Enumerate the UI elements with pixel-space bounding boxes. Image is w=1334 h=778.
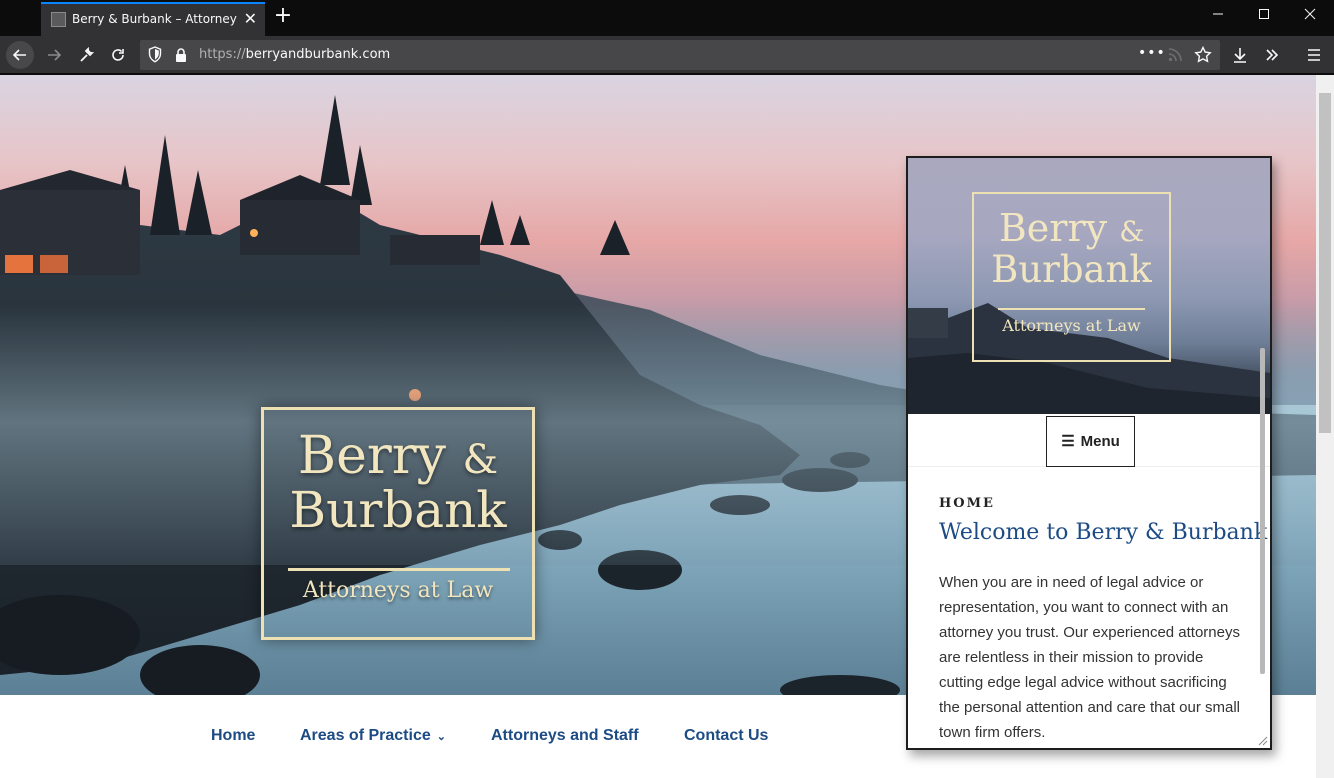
lock-icon[interactable] [174, 47, 188, 63]
site-favicon-icon [51, 12, 66, 27]
tab-title: Berry & Burbank – Attorneys at Law [72, 12, 237, 26]
intro-paragraph: When you are in need of legal advice or … [939, 574, 1241, 741]
logo-word-berry: Berry [297, 426, 446, 486]
browser-tab-active[interactable]: Berry & Burbank – Attorneys at Law ✕ [41, 2, 265, 36]
popup-menu-bar: ☰ Menu [908, 414, 1270, 467]
close-window-icon[interactable] [1287, 0, 1333, 34]
overflow-chevron-icon[interactable] [1258, 41, 1286, 69]
download-icon[interactable] [1226, 41, 1254, 69]
nav-areas-of-practice[interactable]: Areas of Practice ⌄ [300, 727, 446, 745]
reload-icon[interactable] [104, 41, 132, 69]
popup-hero-image: Berry & Burbank Attorneys at Law [908, 158, 1270, 414]
section-heading: HOME [939, 496, 995, 511]
popup-logo-ampersand: & [1119, 215, 1145, 248]
popup-logo-word-burbank: Burbank [991, 248, 1152, 291]
shield-icon[interactable] [148, 46, 162, 63]
browser-toolbar: https://berryandburbank.com ••• [0, 36, 1334, 74]
logo-word-burbank: Burbank [289, 481, 507, 539]
site-logo[interactable]: Berry & Burbank Attorneys at Law [261, 407, 535, 640]
rss-icon [1168, 48, 1182, 62]
popup-logo-tagline: Attorneys at Law [1002, 316, 1141, 335]
nav-contact-us[interactable]: Contact Us [684, 727, 768, 745]
hamburger-icon: ☰ [1061, 433, 1075, 450]
logo-tagline: Attorneys at Law [302, 578, 494, 603]
new-tab-button[interactable]: + [271, 4, 295, 30]
popup-scrollbar-thumb[interactable] [1260, 348, 1265, 674]
bookmark-star-icon[interactable] [1194, 46, 1212, 64]
popup-logo-divider [998, 308, 1145, 310]
minimize-icon[interactable] [1195, 0, 1241, 34]
menu-toggle-button[interactable]: ☰ Menu [1046, 416, 1135, 467]
url-bar[interactable]: https://berryandburbank.com ••• [140, 40, 1220, 70]
page-actions-icon[interactable]: ••• [1138, 45, 1166, 61]
popup-site-logo[interactable]: Berry & Burbank Attorneys at Law [972, 192, 1171, 362]
page-scrollbar[interactable] [1316, 75, 1334, 778]
hamburger-menu-icon[interactable] [1300, 41, 1328, 69]
resize-grip-icon[interactable] [1258, 736, 1268, 746]
tab-strip: Berry & Burbank – Attorneys at Law ✕ + [0, 0, 1334, 36]
mobile-preview-popup[interactable]: Berry & Burbank Attorneys at Law ☰ Menu H… [906, 156, 1272, 750]
url-text[interactable]: https://berryandburbank.com [199, 47, 390, 62]
nav-home[interactable]: Home [211, 727, 255, 745]
nav-attorneys-and-staff[interactable]: Attorneys and Staff [491, 727, 639, 745]
page-title: Welcome to Berry & Burbank [939, 520, 1268, 545]
page-scrollbar-thumb[interactable] [1319, 93, 1331, 433]
chevron-down-icon: ⌄ [436, 731, 446, 743]
wrench-icon[interactable] [72, 41, 100, 69]
forward-arrow-icon[interactable] [40, 41, 68, 69]
tab-close-icon[interactable]: ✕ [244, 9, 257, 29]
logo-ampersand: & [462, 437, 499, 483]
maximize-icon[interactable] [1241, 0, 1287, 34]
logo-divider [288, 568, 510, 571]
popup-logo-word-berry: Berry [998, 206, 1108, 250]
back-arrow-icon[interactable] [6, 41, 34, 69]
